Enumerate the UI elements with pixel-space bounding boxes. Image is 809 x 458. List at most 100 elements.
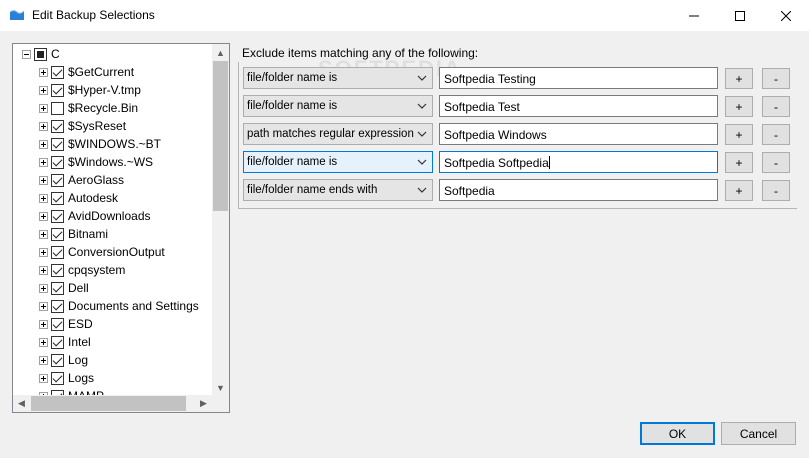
add-rule-button[interactable]: + [725,68,753,89]
tree-item-checkbox[interactable] [51,119,64,133]
expand-icon[interactable] [39,229,48,239]
tree-item[interactable]: $GetCurrent [39,63,134,81]
rule-row: file/folder name is Softpedia Test + - [243,95,793,117]
expand-icon[interactable] [39,337,48,347]
tree-item-checkbox[interactable] [51,209,64,223]
add-rule-button[interactable]: + [725,124,753,145]
tree-item-checkbox[interactable] [51,281,64,295]
expand-icon[interactable] [39,211,48,221]
remove-rule-button[interactable]: - [762,124,790,145]
tree-item[interactable]: Logs [39,369,94,387]
tree-item-checkbox[interactable] [51,227,64,241]
tree-item-checkbox[interactable] [51,245,64,259]
rule-type-dropdown[interactable]: file/folder name is [243,151,433,173]
tree-item[interactable]: Dell [39,279,89,297]
expand-icon[interactable] [39,67,48,77]
expand-icon[interactable] [39,301,48,311]
scroll-up-icon[interactable]: ▲ [212,44,229,61]
close-button[interactable] [763,0,809,31]
tree-item-label: $GetCurrent [68,65,135,79]
tree-item[interactable]: Log [39,351,88,369]
ok-button[interactable]: OK [640,422,715,445]
tree-item-checkbox[interactable] [51,299,64,313]
tree-vertical-scrollbar[interactable]: ▲ ▼ [212,44,229,396]
add-rule-button[interactable]: + [725,96,753,117]
collapse-icon[interactable] [22,49,31,59]
tree-item[interactable]: Intel [39,333,91,351]
tree-item-checkbox[interactable] [51,263,64,277]
folder-tree[interactable]: C $GetCurrent $Hyper-V.tmp $Recycle.Bin $Sy… [12,43,230,413]
expand-icon[interactable] [39,157,48,167]
tree-item[interactable]: Bitnami [39,225,108,243]
tree-item[interactable]: AvidDownloads [39,207,151,225]
rule-type-dropdown[interactable]: file/folder name is [243,67,433,89]
expand-icon[interactable] [39,283,48,293]
rule-value-input[interactable]: Softpedia Softpedia [439,151,718,173]
maximize-button[interactable] [717,0,763,31]
expand-icon[interactable] [39,319,48,329]
remove-rule-button[interactable]: - [762,68,790,89]
tree-item[interactable]: $Recycle.Bin [39,99,138,117]
tree-item-checkbox[interactable] [51,83,64,97]
tree-item[interactable]: ConversionOutput [39,243,165,261]
tree-item-checkbox[interactable] [51,173,64,187]
expand-icon[interactable] [39,265,48,275]
add-rule-button[interactable]: + [725,152,753,173]
remove-rule-button[interactable]: - [762,180,790,201]
rule-type-dropdown[interactable]: file/folder name is [243,95,433,117]
rule-value-input[interactable]: Softpedia [439,179,718,201]
tree-item[interactable]: Documents and Settings [39,297,199,315]
expand-icon[interactable] [39,85,48,95]
tree-item[interactable]: $SysReset [39,117,126,135]
tree-item[interactable]: cpqsystem [39,261,125,279]
tree-item[interactable]: $Windows.~WS [39,153,153,171]
expand-icon[interactable] [39,103,48,113]
cancel-button[interactable]: Cancel [721,422,796,445]
tree-item-checkbox[interactable] [51,317,64,331]
add-rule-button[interactable]: + [725,180,753,201]
rule-type-dropdown[interactable]: file/folder name ends with [243,179,433,201]
tree-item-checkbox[interactable] [51,101,64,115]
tree-item-label: ESD [68,317,93,331]
horizontal-scroll-thumb[interactable] [31,396,186,411]
tree-item[interactable]: $WINDOWS.~BT [39,135,161,153]
rule-type-dropdown[interactable]: path matches regular expression [243,123,433,145]
tree-item-checkbox[interactable] [51,137,64,151]
tree-item-label: Log [68,353,89,367]
rule-value-text: Softpedia Test [444,100,520,114]
tree-item-label: Autodesk [68,191,119,205]
expand-icon[interactable] [39,373,48,383]
tree-root-row[interactable]: C [22,45,60,63]
tree-item[interactable]: $Hyper-V.tmp [39,81,141,99]
chevron-down-icon [417,159,427,165]
tree-item-checkbox[interactable] [51,65,64,79]
remove-rule-button[interactable]: - [762,96,790,117]
tree-item-checkbox[interactable] [51,191,64,205]
expand-icon[interactable] [39,355,48,365]
tree-item-checkbox[interactable] [51,155,64,169]
vertical-scroll-thumb[interactable] [213,61,228,211]
tree-item-checkbox[interactable] [51,335,64,349]
tree-item[interactable]: AeroGlass [39,171,124,189]
expand-icon[interactable] [39,121,48,131]
expand-icon[interactable] [39,247,48,257]
tree-item[interactable]: ESD [39,315,93,333]
minimize-icon [689,15,699,16]
tree-horizontal-scrollbar[interactable]: ◀ ▶ [13,395,229,412]
scroll-right-icon[interactable]: ▶ [195,395,212,412]
minimize-button[interactable] [671,0,717,31]
rule-value-input[interactable]: Softpedia Testing [439,67,718,89]
scroll-down-icon[interactable]: ▼ [212,379,229,396]
expand-icon[interactable] [39,175,48,185]
tree-root-checkbox[interactable] [34,47,47,61]
rule-value-input[interactable]: Softpedia Test [439,95,718,117]
tree-item[interactable]: Autodesk [39,189,118,207]
expand-icon[interactable] [39,139,48,149]
remove-rule-button[interactable]: - [762,152,790,173]
tree-item-checkbox[interactable] [51,371,64,385]
tree-item-checkbox[interactable] [51,353,64,367]
expand-icon[interactable] [39,193,48,203]
rule-type-value: file/folder name is [247,72,338,84]
rule-value-input[interactable]: Softpedia Windows [439,123,718,145]
scroll-left-icon[interactable]: ◀ [13,395,30,412]
